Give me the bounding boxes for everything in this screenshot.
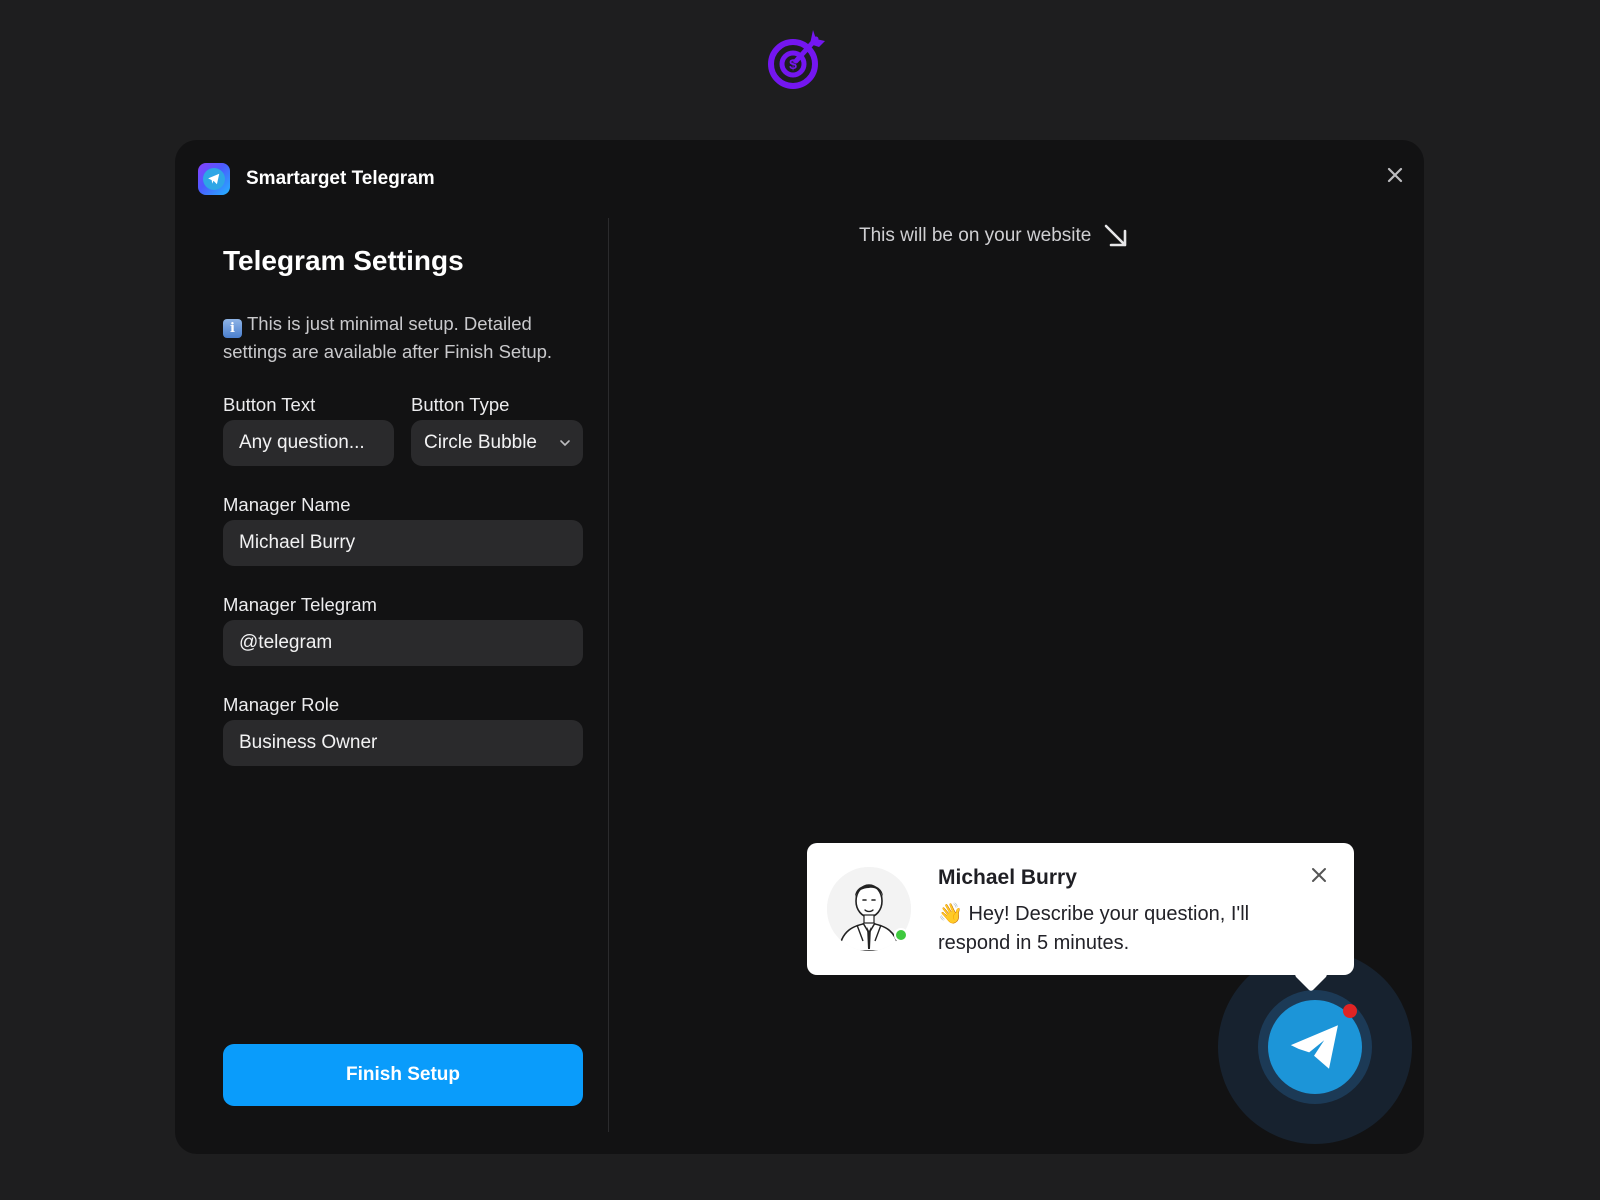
close-icon[interactable] (1384, 164, 1406, 186)
preview-hint: This will be on your website (859, 223, 1129, 249)
manager-name-input[interactable]: Michael Burry (223, 520, 583, 566)
button-type-value: Circle Bubble (424, 432, 537, 453)
manager-telegram-input[interactable]: @telegram (223, 620, 583, 666)
settings-panel: Telegram Settings i This is just minimal … (175, 140, 609, 1154)
manager-role-label: Manager Role (223, 694, 340, 715)
panel-divider (608, 218, 609, 1132)
button-type-select[interactable]: Circle Bubble (411, 420, 583, 466)
info-text: This is just minimal setup. Detailed set… (223, 313, 553, 362)
settings-title: Telegram Settings (223, 245, 464, 276)
chevron-down-icon (560, 440, 570, 447)
setup-modal: Smartarget Telegram Telegram Settings iT… (175, 140, 1424, 1154)
button-text-input[interactable]: Any question... (223, 420, 394, 466)
popup-message-text: Hey! Describe your question, I'll respon… (938, 903, 1250, 954)
manager-role-input[interactable]: Business Owner (223, 720, 583, 766)
notification-badge (1343, 1004, 1357, 1018)
preview-hint-text: This will be on your website (859, 225, 1092, 246)
popup-message: 👋 Hey! Describe your question, I'll resp… (938, 900, 1298, 958)
manager-name-value: Michael Burry (239, 532, 356, 553)
online-status-dot (894, 928, 908, 942)
info-icon: i (223, 319, 242, 338)
manager-telegram-value: @telegram (239, 632, 333, 653)
button-text-label: Button Text (223, 394, 316, 415)
info-note: i This is just minimal setup. Detailed se… (223, 310, 588, 366)
wave-emoji: 👋 (938, 903, 963, 925)
popup-manager-name: Michael Burry (938, 866, 1077, 889)
chat-popup[interactable]: Michael Burry 👋 Hey! Describe your quest… (807, 843, 1354, 992)
manager-role-value: Business Owner (239, 732, 378, 753)
arrow-down-right-icon (1105, 224, 1127, 247)
finish-setup-button[interactable]: Finish Setup (223, 1044, 583, 1106)
manager-name-label: Manager Name (223, 494, 351, 515)
button-type-label: Button Type (411, 394, 510, 415)
telegram-plane-icon (1290, 1025, 1338, 1069)
brand-logo-icon: $ (768, 30, 825, 89)
button-text-value: Any question... (239, 432, 365, 453)
popup-close-icon[interactable] (1309, 865, 1329, 885)
manager-telegram-label: Manager Telegram (223, 594, 377, 615)
